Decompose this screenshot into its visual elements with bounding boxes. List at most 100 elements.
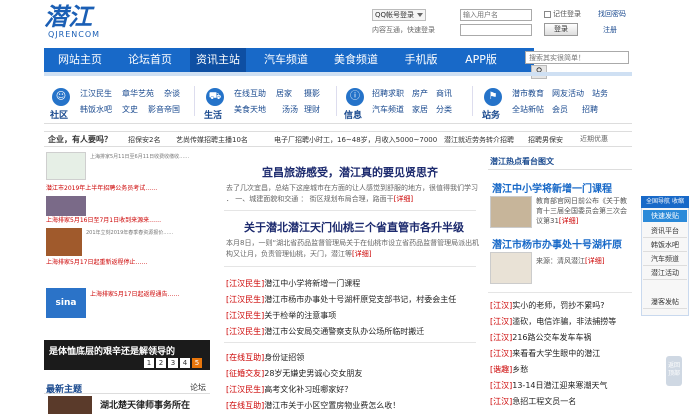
sina-logo-thumbnail[interactable]: sina <box>46 288 86 318</box>
category-link[interactable]: 摄影 <box>304 88 320 99</box>
nav-item-food[interactable]: 美食频道 <box>326 48 386 72</box>
floating-nav-item[interactable]: 韩饭水吧 <box>643 239 687 252</box>
ticker-item[interactable]: 潜江就近劳务转介招聘 <box>444 135 514 145</box>
find-password-link[interactable]: 找回密码 <box>598 9 626 19</box>
feature-title[interactable]: 潜江市杨市办事处十号湖杆原 <box>492 236 622 251</box>
ticker-item[interactable]: 电子厂招聘小时工，16~48岁，月收入5000~7000 <box>274 135 437 145</box>
category-link[interactable]: 美食天地 <box>234 104 266 115</box>
detail-link[interactable]: [详细] <box>585 257 604 265</box>
news-title[interactable]: 关于检举的注意事项 <box>264 311 336 320</box>
detail-link[interactable]: [详细] <box>559 217 578 225</box>
category-link[interactable]: 网友活动 <box>552 88 584 99</box>
latest-topic-link[interactable]: 湖北楚天律师事务所在 <box>100 398 190 411</box>
ticker-item[interactable]: 招聘男保安 <box>528 135 563 145</box>
register-link[interactable]: 注册 <box>603 25 617 35</box>
category-link[interactable]: 家居 <box>412 104 428 115</box>
hot-title[interactable]: 实小的老师，罚抄不累吗? <box>512 301 604 310</box>
nav-item-home[interactable]: 网站主页 <box>50 48 110 72</box>
category-link[interactable]: 汽车频道 <box>372 104 404 115</box>
qq-login-button[interactable]: QQ帐号登录 <box>372 9 426 21</box>
category-link[interactable]: 招聘 <box>582 104 598 115</box>
category-link[interactable]: 章华艺苑 <box>122 88 154 99</box>
site-logo[interactable]: 潜江 QJRENCOM <box>44 4 124 42</box>
feature-title[interactable]: 潜江中小学将新增一门课程 <box>492 180 612 195</box>
quick-post-button[interactable]: 快速发贴 <box>643 210 687 222</box>
hot-title[interactable]: 13-14日潜江迎来寒潮天气 <box>512 381 607 390</box>
snippet[interactable]: 潜江市2019年上半年招聘公务员考试…… <box>46 186 157 192</box>
pager-item[interactable]: 1 <box>144 358 154 368</box>
snippet[interactable]: 201年立刻2019年春季春资源报价…… <box>86 230 173 236</box>
floating-nav-item[interactable]: 汽车频道 <box>643 253 687 266</box>
hot-title[interactable]: 急招工程文员一名 <box>512 397 576 406</box>
nav-item-forum[interactable]: 论坛首页 <box>120 48 180 72</box>
hot-title[interactable]: 乡愁 <box>512 365 528 374</box>
latest-topics-more[interactable]: 论坛 <box>190 382 206 393</box>
floating-nav-item[interactable]: 资讯平台 <box>643 225 687 238</box>
detail-link[interactable]: [详细] <box>352 250 371 258</box>
news-tag[interactable]: [征婚交友] <box>226 369 264 378</box>
news-thumbnail[interactable] <box>46 196 86 216</box>
category-link[interactable]: 影音帝国 <box>148 104 180 115</box>
nav-item-news[interactable]: 资讯主站 <box>190 48 246 72</box>
category-link[interactable]: 杂谈 <box>164 88 180 99</box>
nav-item-mobile[interactable]: 手机版 <box>396 48 446 72</box>
nav-item-app[interactable]: APP版 <box>456 48 506 72</box>
floating-nav-header[interactable]: 全国导航 收缩 <box>641 196 689 208</box>
news-title[interactable]: 潜江中小学将新增一门课程 <box>264 279 360 288</box>
pager-item-active[interactable]: 5 <box>192 358 202 368</box>
category-link[interactable]: 在线互助 <box>234 88 266 99</box>
feature-image[interactable] <box>490 196 532 228</box>
category-link[interactable]: 全站新帖 <box>512 104 544 115</box>
category-link[interactable]: 站务 <box>592 88 608 99</box>
snippet[interactable]: 上海排家5月17日起重新返程停止…… <box>46 260 147 266</box>
category-link[interactable]: 招聘求职 <box>372 88 404 99</box>
news-thumbnail[interactable] <box>46 152 86 180</box>
news-tag[interactable]: [江汉民生] <box>226 385 264 394</box>
hot-title[interactable]: 来看看大学生眼中的潜江 <box>512 349 600 358</box>
latest-thumbnail[interactable] <box>48 396 92 414</box>
back-to-top-button[interactable]: 返回顶部 <box>666 356 682 386</box>
category-link[interactable]: 居家 <box>276 88 292 99</box>
category-link[interactable]: 会员 <box>552 104 568 115</box>
hot-tag[interactable]: [江汉] <box>490 381 512 390</box>
hot-title[interactable]: 216路公交车发车车祸 <box>512 333 591 342</box>
headline[interactable]: 宜昌旅游感受，潜江真的要见贤思齐 <box>262 164 438 180</box>
news-title[interactable]: 潜江市公安局交通警察支队办公场所临时搬迁 <box>264 327 424 336</box>
news-title[interactable]: 身份证招领 <box>264 353 304 362</box>
news-tag[interactable]: [江汉民生] <box>226 311 264 320</box>
category-link[interactable]: 江汉民生 <box>80 88 112 99</box>
ticker-item[interactable]: 招保安2名 <box>128 135 160 145</box>
hot-tag[interactable]: [江汉] <box>490 333 512 342</box>
search-input[interactable] <box>525 51 629 64</box>
hot-tag[interactable]: [江汉] <box>490 397 512 406</box>
news-tag[interactable]: [江汉民生] <box>226 327 264 336</box>
feature-image[interactable] <box>490 252 532 284</box>
hot-title[interactable]: 滥砍，电信诈骗，非法捕捞等 <box>512 317 616 326</box>
pager-item[interactable]: 2 <box>156 358 166 368</box>
ticker-item[interactable]: 艺尚传媒招聘主播10名 <box>176 135 248 145</box>
category-link[interactable]: 房产 <box>412 88 428 99</box>
snippet[interactable]: 上海排家5月16日至7月1日收到来源来…… <box>46 218 161 224</box>
headline[interactable]: 关于潜北潜江天门仙桃三个省直管市各升半级 <box>244 219 464 235</box>
hot-tag[interactable]: [江汉] <box>490 349 512 358</box>
news-title[interactable]: 高考文化补习班哪家好？ <box>264 385 352 394</box>
category-link[interactable]: 潜市教育 <box>512 88 544 99</box>
floating-nav-item[interactable]: 瀑客发帖 <box>643 296 687 309</box>
snippet[interactable]: 上海排家5月17日起返程通告…… <box>90 292 179 298</box>
category-link[interactable]: 分类 <box>436 104 452 115</box>
news-title[interactable]: 潜江市关于小区空置房物业费怎么收！ <box>264 401 400 410</box>
hot-tag[interactable]: [谐趣] <box>490 365 512 374</box>
news-tag[interactable]: [江汉民生] <box>226 279 264 288</box>
hot-tag[interactable]: [江汉] <box>490 301 512 310</box>
category-link[interactable]: 商讯 <box>436 88 452 99</box>
password-input[interactable] <box>460 24 532 36</box>
pager-item[interactable]: 4 <box>180 358 190 368</box>
news-thumbnail[interactable] <box>46 228 82 256</box>
floating-nav-item[interactable]: 潜江活动 <box>643 267 687 280</box>
news-tag[interactable]: [在线互助] <box>226 401 264 410</box>
snippet[interactable]: 上海排家5月11日至6月11日收费收缴收…… <box>90 154 189 160</box>
detail-link[interactable]: [详细] <box>394 195 413 203</box>
category-link[interactable]: 汤汤 <box>282 104 298 115</box>
category-link[interactable]: 文史 <box>122 104 138 115</box>
nav-item-auto[interactable]: 汽车频道 <box>256 48 316 72</box>
